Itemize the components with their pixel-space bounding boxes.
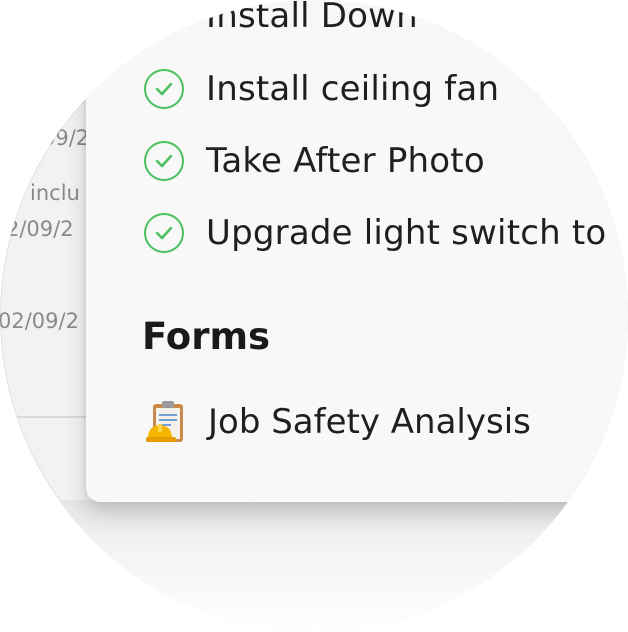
check-circle-icon [144, 0, 184, 36]
checklist-item[interactable]: Install ceiling fan [144, 65, 499, 113]
zoomed-viewport: 09/2 inclu 2/09/2 02/09/2 Install Down I… [0, 0, 628, 632]
form-item-label: Job Safety Analysis [208, 402, 531, 442]
checklist-item-label: Upgrade light switch to [206, 213, 607, 253]
background-date: 2/09/2 [6, 217, 74, 241]
checklist-item-label: Take After Photo [206, 141, 485, 181]
checklist-item[interactable]: Take After Photo [144, 137, 485, 185]
background-date: 09/2 [42, 126, 90, 150]
checklist-item-label: Install ceiling fan [206, 69, 500, 109]
check-circle-icon [144, 213, 184, 253]
background-shade [0, 500, 628, 632]
checklist-item[interactable]: Install Down [144, 0, 418, 40]
check-circle-icon [144, 69, 184, 109]
checklist-item[interactable]: Upgrade light switch to [144, 209, 606, 257]
form-item-job-safety-analysis[interactable]: Job Safety Analysis [144, 398, 531, 446]
forms-section-title: Forms [142, 315, 271, 358]
checklist-item-label: Install Down [206, 0, 418, 36]
check-circle-icon [144, 141, 184, 181]
clipboard-hardhat-icon [146, 401, 183, 442]
background-date: 02/09/2 [0, 309, 79, 333]
background-description: inclu [30, 181, 80, 205]
